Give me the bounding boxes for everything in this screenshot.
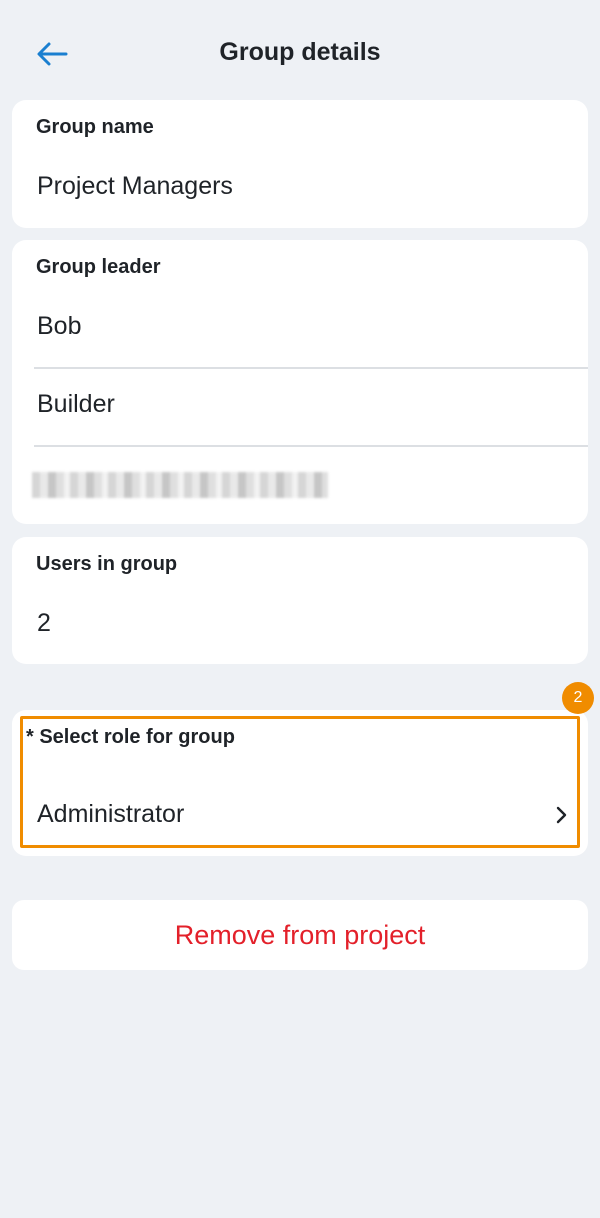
group-details-screen: Group details Group name Project Manager… <box>0 0 600 1218</box>
page-title: Group details <box>219 38 381 66</box>
group-name-label: Group name <box>36 116 154 138</box>
role-label: * Select role for group <box>26 726 235 748</box>
users-in-group-card: Users in group 2 <box>12 537 588 664</box>
group-leader-card: Group leader Bob Builder <box>12 240 588 524</box>
group-name-value: Project Managers <box>37 172 233 200</box>
leader-last-name: Builder <box>37 390 115 418</box>
leader-first-name: Bob <box>37 312 82 340</box>
users-in-group-label: Users in group <box>36 553 178 575</box>
group-leader-label: Group leader <box>36 256 161 278</box>
chevron-right-icon <box>552 806 570 824</box>
remove-label: Remove from project <box>174 919 426 950</box>
role-select-card[interactable]: * Select role for group Administrator <box>12 710 588 856</box>
divider <box>34 367 588 369</box>
step-badge: 2 <box>562 682 594 714</box>
remove-from-project-button[interactable]: Remove from project <box>12 900 588 970</box>
group-name-card: Group name Project Managers <box>12 100 588 228</box>
users-in-group-value: 2 <box>37 609 51 637</box>
header: Group details <box>0 0 600 100</box>
divider <box>34 445 588 447</box>
leader-email-redacted <box>32 472 328 498</box>
role-value: Administrator <box>37 800 185 828</box>
